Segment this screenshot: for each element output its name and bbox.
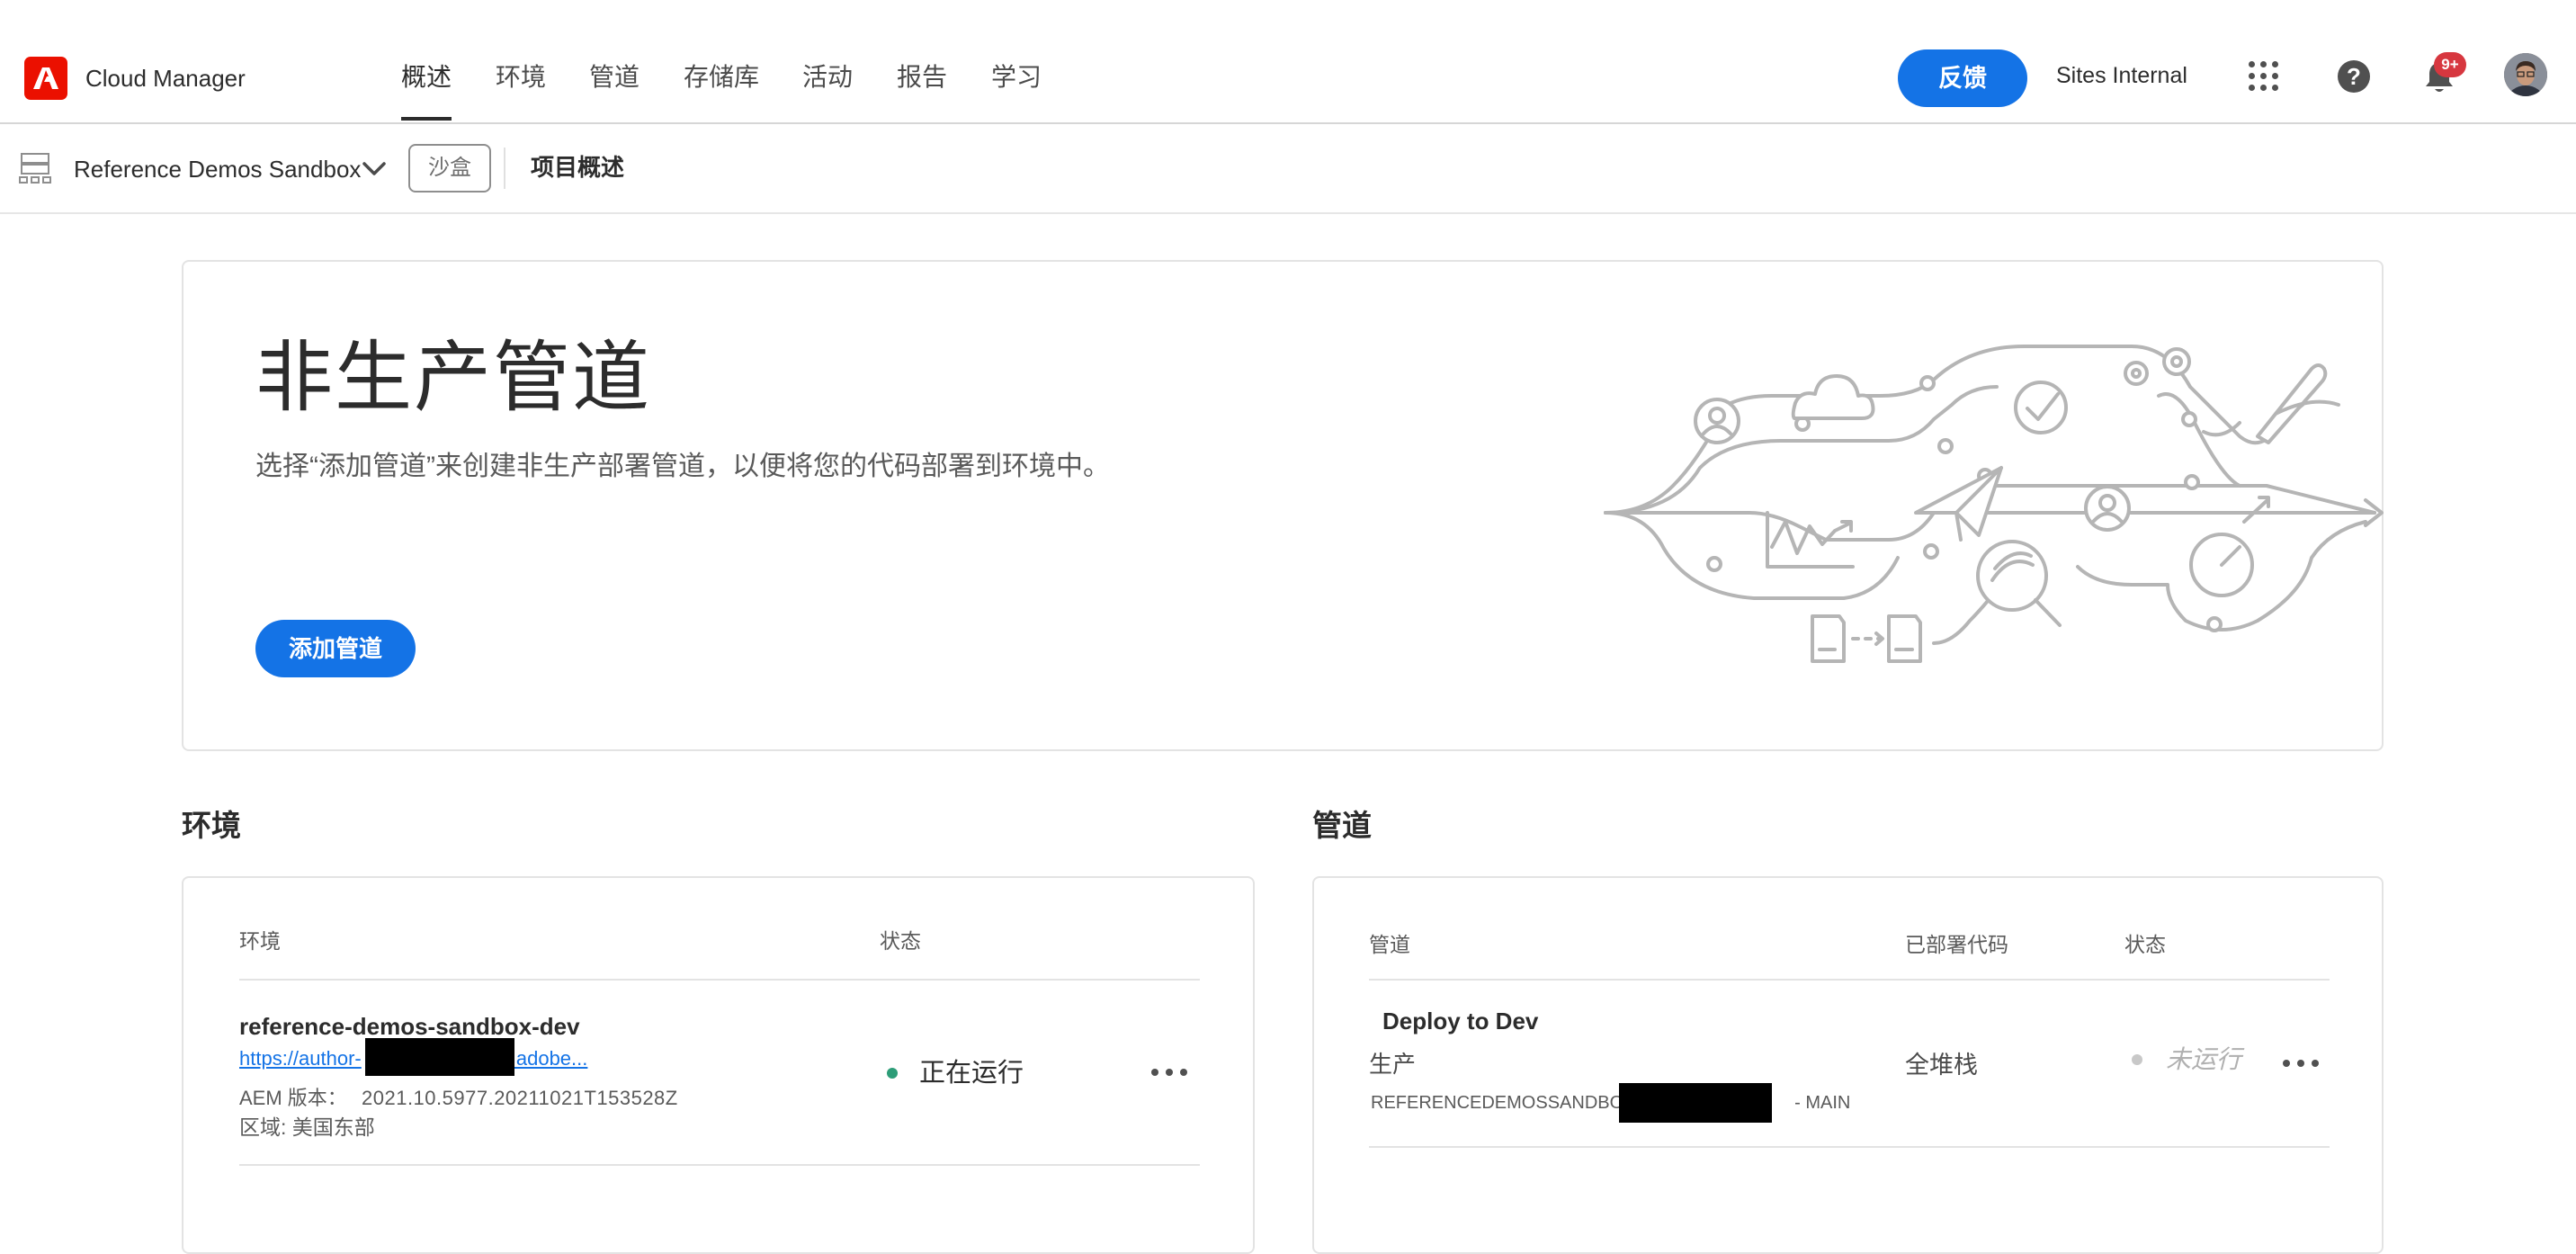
divider [1369, 1146, 2330, 1148]
pipeline-type: 生产 [1369, 1051, 1417, 1078]
divider [504, 148, 505, 189]
tab-overview[interactable]: 概述 [401, 59, 452, 95]
pipeline-more-actions-button[interactable] [2279, 1050, 2322, 1077]
avatar[interactable] [2504, 53, 2547, 96]
active-tab-indicator [401, 117, 452, 121]
status-running-dot-icon [887, 1068, 898, 1079]
pipeline-repository: REFERENCEDEMOSSANDBOX- - MAIN [1371, 1090, 1850, 1115]
divider [1369, 979, 2330, 981]
environment-status: 正在运行 [919, 1059, 1024, 1088]
pipeline-status: 未运行 [2166, 1045, 2242, 1073]
environment-name[interactable]: reference-demos-sandbox-dev [239, 1011, 580, 1042]
column-header-environment: 环境 [239, 929, 281, 953]
help-icon[interactable]: ? [2338, 60, 2370, 93]
promo-title: 非生产管道 [255, 335, 651, 421]
pipeline-name[interactable]: Deploy to Dev [1382, 1006, 1538, 1036]
program-selector[interactable]: Reference Demos Sandbox [74, 153, 361, 185]
adobe-logo-icon[interactable] [24, 57, 67, 100]
column-header-deployed-code: 已部署代码 [1905, 933, 2008, 956]
feedback-button[interactable]: 反馈 [1898, 49, 2027, 107]
sandbox-badge: 沙盒 [408, 144, 491, 193]
app-title[interactable]: Cloud Manager [85, 63, 246, 94]
tab-repositories[interactable]: 存储库 [684, 59, 759, 95]
page-title: 项目概述 [531, 154, 625, 181]
column-header-pipeline: 管道 [1369, 933, 1410, 956]
tab-environments[interactable]: 环境 [496, 59, 546, 95]
tab-reports[interactable]: 报告 [897, 59, 947, 95]
status-idle-dot-icon [2132, 1054, 2142, 1065]
chevron-down-icon[interactable] [362, 160, 387, 178]
environments-heading: 环境 [182, 809, 241, 842]
app-grid-icon[interactable] [2249, 61, 2279, 92]
tab-pipelines[interactable]: 管道 [589, 59, 640, 95]
tab-activity[interactable]: 活动 [802, 59, 853, 95]
aem-version-value: 2021.10.5977.20211021T153528Z [362, 1087, 678, 1109]
environment-region: 区域: 美国东部 [239, 1115, 375, 1139]
environment-more-actions-button[interactable] [1148, 1059, 1191, 1086]
redacted-block [365, 1038, 514, 1076]
notification-badge: 9+ [2434, 52, 2466, 77]
repository-prefix: REFERENCEDEMOSSANDBOX- [1371, 1093, 1642, 1113]
pipeline-illustration [1592, 333, 2384, 675]
tab-learn[interactable]: 学习 [991, 59, 1042, 95]
aem-version-label: AEM 版本： [239, 1087, 347, 1109]
divider [239, 979, 1200, 981]
environment-url-prefix[interactable]: https://author- [239, 1047, 362, 1070]
divider [239, 1164, 1200, 1166]
repository-branch: - MAIN [1794, 1093, 1851, 1113]
program-icon [18, 151, 52, 185]
add-pipeline-button[interactable]: 添加管道 [255, 620, 416, 677]
org-switcher[interactable]: Sites Internal [2056, 60, 2187, 91]
pipelines-heading: 管道 [1312, 809, 1372, 842]
redacted-block [1619, 1083, 1772, 1123]
promo-description: 选择“添加管道”来创建非生产部署管道，以便将您的代码部署到环境中。 [255, 452, 1110, 481]
column-header-status: 状态 [880, 929, 921, 953]
column-header-status: 状态 [2124, 933, 2166, 956]
deployed-code-type: 全堆栈 [1905, 1052, 1978, 1079]
environment-url-suffix[interactable]: .adobe... [511, 1047, 588, 1070]
top-header [0, 0, 2576, 124]
